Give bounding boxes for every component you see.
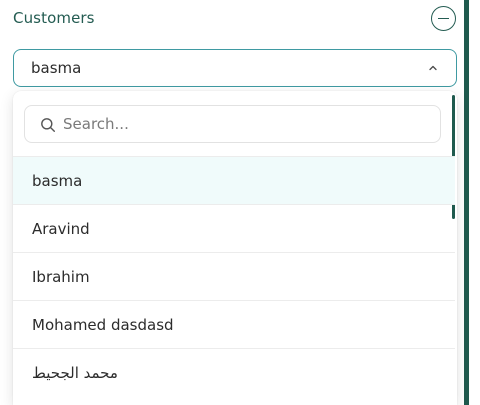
select-value: basma [31,59,82,77]
option-label: Mohamed dasdasd [32,315,174,334]
option-item[interactable]: Mohamed dasdasd [13,300,455,348]
page-scrollbar[interactable] [464,0,469,405]
option-item[interactable]: محمد الجحيط [13,348,455,396]
search-input[interactable] [63,107,423,141]
customer-select[interactable]: basma [13,49,457,87]
chevron-up-icon [429,65,437,71]
option-list: basma Aravind Ibrahim Mohamed dasdasd مح… [13,156,455,396]
option-label: Ibrahim [32,267,90,286]
minus-icon [438,17,449,20]
option-item[interactable]: Ibrahim [13,252,455,300]
option-label: basma [32,171,83,190]
search-icon [41,118,56,133]
collapse-button[interactable] [431,6,456,31]
search-box [24,105,441,143]
section-title: Customers [13,9,95,27]
option-item[interactable]: basma [13,156,455,204]
dropdown-panel: basma Aravind Ibrahim Mohamed dasdasd مح… [13,91,457,405]
option-label: Aravind [32,219,90,238]
option-label: محمد الجحيط [32,363,118,382]
option-item[interactable]: Aravind [13,204,455,252]
